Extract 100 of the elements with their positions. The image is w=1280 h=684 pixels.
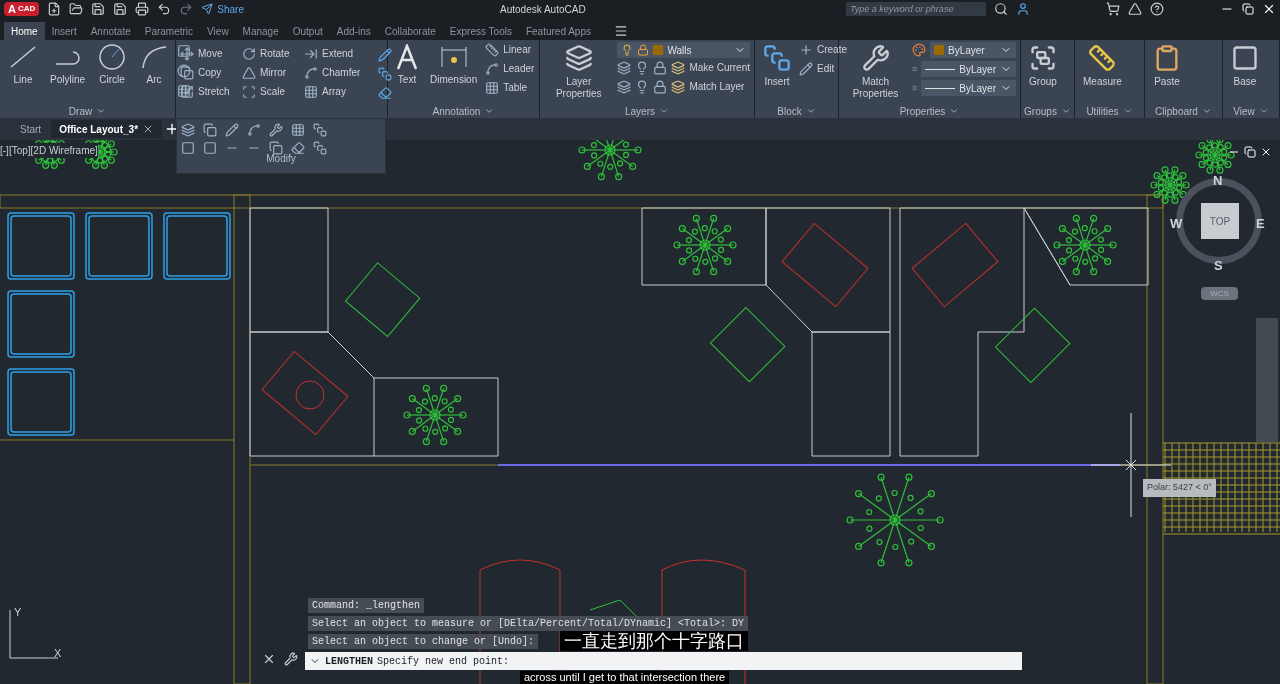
ribbon-tab[interactable]: Manage [235, 22, 286, 40]
stack-icon [378, 67, 392, 81]
cart-icon [1106, 2, 1120, 16]
crosshair-cursor-icon [1091, 413, 1171, 517]
triangle-icon [1128, 2, 1142, 16]
lock-icon [637, 44, 650, 56]
menu-icon [613, 24, 628, 38]
arc-tool[interactable]: Arc [135, 40, 174, 86]
ribbon-tab[interactable]: Express Tools [442, 22, 519, 40]
ribbon-tab[interactable]: Output [285, 22, 330, 40]
modify-tool[interactable]: Copy [180, 63, 238, 82]
app-logo[interactable]: A CAD [4, 2, 40, 16]
ribbon-tab[interactable]: Add-ins [329, 22, 378, 40]
caret-icon [1201, 106, 1212, 116]
annotation-tool[interactable]: Linear [485, 40, 535, 59]
square-icon [203, 141, 217, 155]
plus-icon [799, 42, 813, 57]
compass-south: S [1214, 257, 1223, 275]
panel-title[interactable]: Utilities [1086, 103, 1119, 119]
modify-tool[interactable]: Mirror [242, 63, 300, 82]
panel-title[interactable]: Block [777, 103, 802, 119]
share-button[interactable]: Share [201, 1, 244, 17]
lock-icon [653, 60, 668, 75]
caret-icon [96, 106, 107, 116]
caret-icon [1060, 106, 1071, 116]
layer-dropdown[interactable]: Walls [617, 42, 750, 58]
ribbon-tab[interactable]: Featured Apps [518, 22, 598, 40]
ribbon-tab[interactable]: Parametric [137, 22, 201, 40]
layer-tool[interactable]: Match Layer [671, 77, 745, 96]
layers-icon [181, 123, 195, 137]
layers-icon [617, 79, 632, 94]
compass-east: E [1256, 215, 1265, 233]
pencil-icon [225, 123, 239, 137]
compass-north: N [1213, 172, 1223, 190]
panel-title[interactable]: Draw [68, 103, 93, 119]
measure-tool[interactable]: Measure [1079, 40, 1126, 88]
ribbon-tab[interactable]: Insert [44, 22, 84, 40]
modify-tool[interactable]: Chamfer [304, 63, 374, 82]
axis-label: Y [14, 605, 22, 620]
panel-title[interactable]: Properties [899, 103, 946, 119]
ribbon-tab[interactable]: Home [4, 22, 45, 40]
base-tool[interactable]: Base [1227, 40, 1263, 88]
stack-icon [313, 123, 327, 137]
rotate-icon [242, 46, 256, 61]
panel-title[interactable]: Clipboard [1155, 103, 1198, 119]
compass-west: W [1170, 215, 1183, 233]
layer-properties-tool[interactable]: Layer Properties [544, 40, 614, 100]
modify-tool[interactable]: Move [180, 44, 238, 63]
layers-icon [671, 79, 686, 94]
ribbon-tab[interactable]: Collaborate [377, 22, 443, 40]
caret-icon [805, 106, 816, 116]
print-icon [135, 2, 150, 16]
curve-icon [304, 65, 318, 80]
search-field[interactable]: Type a keyword or phrase [846, 2, 986, 16]
block-tool[interactable]: Edit [799, 59, 847, 78]
modify-tool[interactable]: Array [304, 82, 374, 101]
document-tab[interactable]: Office Layout_3* [51, 120, 163, 138]
modify-tool[interactable]: Stretch [180, 82, 238, 101]
annotation-tool[interactable]: Table [485, 78, 535, 97]
wrench-icon [284, 652, 298, 666]
group-icon [1029, 44, 1057, 72]
circle-tool[interactable]: Circle [93, 40, 132, 86]
paste-tool[interactable]: Paste [1149, 40, 1185, 88]
view-cube[interactable]: TOP [1201, 203, 1239, 239]
panel-title[interactable]: Modify [266, 151, 296, 166]
property-dropdown[interactable]: ByLayer [930, 42, 1016, 58]
layer-tool[interactable]: Make Current [671, 58, 750, 77]
insert-tool[interactable]: Insert [759, 40, 795, 88]
panel-title[interactable]: Annotation [432, 103, 481, 119]
square-icon [242, 84, 256, 99]
modify-tool[interactable]: Extend [304, 44, 374, 63]
ribbon-tab[interactable]: View [200, 22, 236, 40]
insert-block-icon [763, 44, 791, 72]
block-tool[interactable]: Create [799, 40, 847, 59]
panel-title[interactable]: Layers [625, 103, 655, 119]
letter-icon [396, 44, 418, 70]
command-name: LENGTHEN [325, 654, 373, 669]
redo-icon [179, 2, 194, 16]
viewport-label[interactable]: [-][Top][2D Wireframe] [0, 143, 98, 158]
text-tool[interactable]: Text [392, 40, 422, 86]
property-dropdown[interactable]: ByLayer [921, 80, 1016, 96]
lightbulb-icon [621, 44, 634, 56]
modify-tool[interactable]: Scale [242, 82, 300, 101]
annotation-tool[interactable]: Leader [485, 59, 535, 78]
command-prompt: Specify new end point: [377, 654, 510, 669]
group-tool[interactable]: Group [1025, 40, 1061, 88]
document-tab[interactable]: Start [12, 120, 50, 138]
axis-label: X [54, 646, 62, 661]
modify-tool[interactable]: Rotate [242, 44, 300, 63]
ribbon-tab[interactable]: Annotate [83, 22, 138, 40]
restore-icon [1244, 146, 1256, 158]
panel-title[interactable]: View [1233, 103, 1255, 119]
dimension-tool[interactable]: Dimension [426, 40, 482, 86]
layers-icon [617, 60, 632, 75]
polyline-tool[interactable]: Polyline [46, 40, 90, 86]
line-tool[interactable]: Line [4, 40, 42, 86]
panel-title[interactable]: Groups [1024, 103, 1057, 119]
command-line-field[interactable]: LENGTHEN Specify new end point: [305, 652, 1022, 670]
save-icon [91, 2, 106, 16]
property-dropdown[interactable]: ByLayer [921, 61, 1016, 77]
